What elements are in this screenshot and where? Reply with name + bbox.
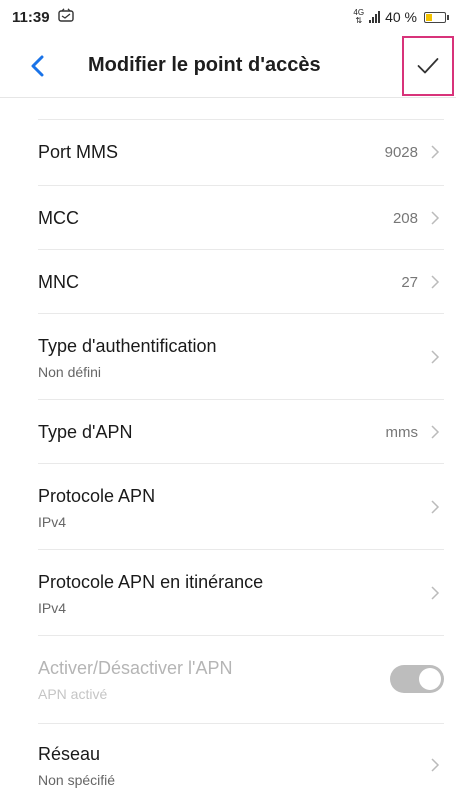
setting-value: 27: [401, 274, 418, 291]
setting-row-mcc[interactable]: MCC 208: [38, 186, 444, 250]
chevron-right-icon: [431, 758, 440, 772]
chevron-right-icon: [431, 350, 440, 364]
setting-label: Port MMS: [38, 142, 119, 162]
setting-sublabel: IPv4: [38, 514, 67, 530]
signal-strength-icon: [369, 11, 381, 23]
setting-label: MNC: [38, 272, 79, 292]
network-type-indicator: 4G ⇅: [353, 8, 365, 25]
setting-label: Type d'APN: [38, 422, 133, 442]
battery-level-fill: [426, 13, 432, 21]
confirm-button[interactable]: [402, 36, 454, 96]
status-bar: 11:39 4G ⇅ 40 %: [0, 0, 456, 34]
back-button[interactable]: [30, 50, 70, 82]
setting-row-apn-protocol[interactable]: Protocole APN IPv4: [38, 464, 444, 550]
chevron-right-icon: [431, 211, 440, 225]
chevron-right-icon: [431, 586, 440, 600]
setting-label: Protocole APN: [38, 486, 156, 506]
setting-label: Protocole APN en itinérance: [38, 572, 264, 592]
app-header: Modifier le point d'accès: [0, 34, 456, 98]
setting-value: 208: [392, 210, 418, 227]
battery-icon: [424, 11, 449, 23]
chevron-right-icon: [431, 275, 440, 289]
setting-sublabel: APN activé: [38, 686, 108, 702]
setting-value: mms: [385, 424, 419, 441]
page-title: Modifier le point d'accès: [88, 54, 321, 76]
setting-label: Réseau: [38, 744, 101, 764]
checkmark-icon: [417, 58, 439, 74]
setting-row-auth-type[interactable]: Type d'authentification Non défini: [38, 314, 444, 400]
chevron-left-icon: [31, 55, 44, 77]
setting-row-port-mms[interactable]: Port MMS 9028: [38, 120, 444, 186]
setting-row-apn-roaming-protocol[interactable]: Protocole APN en itinérance IPv4: [38, 550, 444, 636]
setting-label: Activer/Désactiver l'APN: [38, 658, 233, 678]
chevron-right-icon: [431, 145, 440, 159]
toggle-knob: [419, 668, 441, 690]
setting-row-apn-type[interactable]: Type d'APN mms: [38, 400, 444, 464]
setting-sublabel: Non défini: [38, 364, 102, 380]
setting-label: MCC: [38, 208, 79, 228]
setting-row-mnc[interactable]: MNC 27: [38, 250, 444, 314]
battery-percent: 40 %: [385, 9, 417, 25]
apn-enable-toggle: [390, 665, 444, 693]
notification-icon: [57, 8, 74, 26]
setting-row-apn-toggle: Activer/Désactiver l'APN APN activé: [38, 636, 444, 724]
apn-settings-list: Port MMS 9028 MCC 208 MNC 27 Type d'auth…: [0, 98, 456, 810]
setting-row-network[interactable]: Réseau Non spécifié: [38, 724, 444, 810]
setting-sublabel: IPv4: [38, 600, 67, 616]
chevron-right-icon: [431, 425, 440, 439]
chevron-right-icon: [431, 500, 440, 514]
list-top-spacer: [38, 98, 444, 120]
setting-sublabel: Non spécifié: [38, 772, 116, 788]
setting-label: Type d'authentification: [38, 336, 217, 356]
status-time: 11:39: [12, 8, 50, 26]
setting-value: 9028: [384, 144, 418, 161]
